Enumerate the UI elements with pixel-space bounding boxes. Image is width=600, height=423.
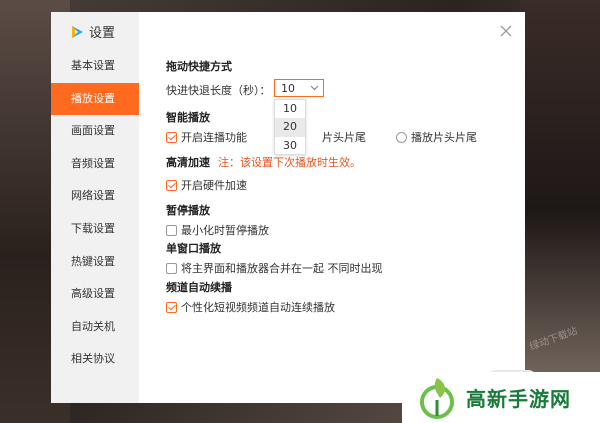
- app-logo: 设置: [69, 22, 115, 41]
- section-title-single: 单窗口播放: [166, 242, 221, 255]
- watermark-badge: 高新手游网: [402, 372, 600, 423]
- dropdown-option[interactable]: 10: [275, 100, 305, 118]
- hw-accel-note: 注：该设置下次播放时生效。: [218, 156, 361, 169]
- background-right: [520, 0, 600, 423]
- minimize-pause-option[interactable]: 最小化时暂停播放: [166, 222, 269, 238]
- continuous-play-checkbox[interactable]: [166, 131, 177, 143]
- sidebar-item-hotkeys[interactable]: 热键设置: [51, 246, 139, 279]
- section-title-drag: 拖动快捷方式: [166, 60, 232, 73]
- sidebar-nav: 基本设置 播放设置 画面设置 音频设置 网络设置 下载设置 热键设置 高级设置 …: [51, 50, 139, 376]
- chevron-down-icon: [310, 85, 319, 91]
- section-title-channel: 频道自动续播: [166, 281, 232, 294]
- dropdown-option[interactable]: 20: [275, 118, 305, 137]
- leaf-logo-icon: [420, 377, 454, 419]
- sidebar-item-audio[interactable]: 音频设置: [51, 148, 139, 181]
- play-intro-option[interactable]: 播放片头片尾: [396, 129, 477, 145]
- sidebar-item-network[interactable]: 网络设置: [51, 180, 139, 213]
- merge-window-option[interactable]: 将主界面和播放器合并在一起 不同时出现: [166, 260, 383, 276]
- sidebar: 设置 基本设置 播放设置 画面设置 音频设置 网络设置 下载设置 热键设置 高级…: [51, 12, 139, 403]
- playback-settings-panel: 拖动快捷方式 快进快退长度（秒）： 智能播放 开启连播功能 片头片尾 播放片头片…: [166, 12, 537, 403]
- tencent-video-icon: [72, 25, 83, 38]
- continuous-play-option[interactable]: 开启连播功能: [166, 129, 247, 145]
- section-title-hw: 高清加速: [166, 156, 210, 169]
- hw-accel-title-row: 高清加速 注：该设置下次播放时生效。: [166, 154, 361, 170]
- sidebar-item-basic[interactable]: 基本设置: [51, 50, 139, 83]
- auto-continue-checkbox[interactable]: [166, 301, 177, 313]
- sidebar-item-auto-shutdown[interactable]: 自动关机: [51, 311, 139, 344]
- skip-intro-option[interactable]: 片头片尾: [322, 129, 366, 145]
- sidebar-item-playback[interactable]: 播放设置: [51, 82, 139, 116]
- settings-dialog: 设置 基本设置 播放设置 画面设置 音频设置 网络设置 下载设置 热键设置 高级…: [51, 12, 537, 403]
- seek-length-label: 快进快退长度（秒）：: [166, 84, 271, 97]
- sidebar-item-display[interactable]: 画面设置: [51, 115, 139, 148]
- section-title-pause: 暂停播放: [166, 204, 210, 217]
- sidebar-item-download[interactable]: 下载设置: [51, 213, 139, 246]
- dropdown-option[interactable]: 30: [275, 137, 305, 155]
- seek-length-select[interactable]: 10: [274, 79, 324, 97]
- section-title-smart: 智能播放: [166, 111, 210, 124]
- hw-accel-option[interactable]: 开启硬件加速: [166, 177, 247, 193]
- minimize-pause-checkbox[interactable]: [166, 224, 177, 236]
- auto-continue-option[interactable]: 个性化短视频频道自动连续播放: [166, 299, 335, 315]
- seek-length-dropdown: 10 20 30: [274, 99, 306, 155]
- sidebar-item-advanced[interactable]: 高级设置: [51, 278, 139, 311]
- watermark-text: 高新手游网: [466, 387, 571, 411]
- window-title: 设置: [89, 26, 116, 41]
- hw-accel-checkbox[interactable]: [166, 179, 177, 191]
- sidebar-item-agreements[interactable]: 相关协议: [51, 343, 139, 376]
- play-intro-radio[interactable]: [396, 131, 407, 143]
- merge-window-checkbox[interactable]: [166, 262, 177, 274]
